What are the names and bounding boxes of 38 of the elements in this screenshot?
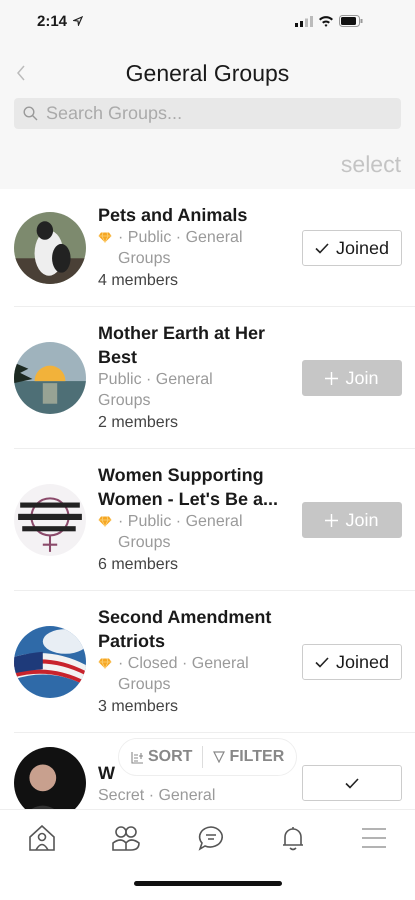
group-details: · Public · General Groups — [118, 512, 244, 553]
search-bar[interactable]: Search Groups... — [14, 98, 401, 129]
group-details: Public · General Groups — [98, 370, 214, 411]
group-name[interactable]: Women Supporting Women - Let's Be a... — [98, 463, 294, 511]
group-details: · Closed · General Groups — [118, 654, 250, 695]
wifi-icon — [318, 15, 334, 27]
battery-icon — [339, 15, 363, 27]
group-name[interactable]: W — [98, 760, 115, 784]
check-icon — [314, 242, 329, 254]
status-time: 2:14 — [37, 12, 68, 30]
plus-icon — [325, 514, 338, 526]
plus-icon — [325, 372, 338, 384]
sort-icon — [131, 750, 144, 764]
group-name[interactable]: Mother Earth at Her Best — [98, 321, 294, 369]
group-details: · Public · General Groups — [118, 228, 244, 269]
groups-icon[interactable] — [111, 825, 142, 851]
member-count: 2 members — [98, 413, 178, 433]
group-name[interactable]: Pets and Animals — [98, 203, 248, 227]
joined-button[interactable]: Joined — [302, 644, 402, 680]
filter-button[interactable]: FILTER — [213, 748, 284, 766]
search-icon — [23, 106, 38, 121]
chat-icon[interactable] — [196, 825, 224, 851]
search-field[interactable]: Search Groups... — [46, 103, 392, 124]
signal-icon — [295, 16, 313, 26]
joined-button[interactable]: Joined — [302, 230, 402, 266]
group-name[interactable]: Second Amendment Patriots — [98, 605, 294, 653]
menu-icon[interactable] — [361, 827, 387, 849]
location-arrow-icon — [73, 16, 84, 26]
member-count: 6 members — [98, 555, 178, 575]
member-count: 3 members — [98, 697, 178, 717]
sort-button[interactable]: SORT — [131, 748, 192, 766]
home-icon[interactable] — [28, 825, 56, 851]
check-icon — [345, 778, 359, 788]
check-icon — [314, 656, 329, 668]
filter-icon — [213, 751, 226, 763]
member-count: 4 members — [98, 271, 178, 291]
group-details: Secret · General — [98, 786, 216, 806]
page-title: General Groups — [126, 60, 290, 86]
